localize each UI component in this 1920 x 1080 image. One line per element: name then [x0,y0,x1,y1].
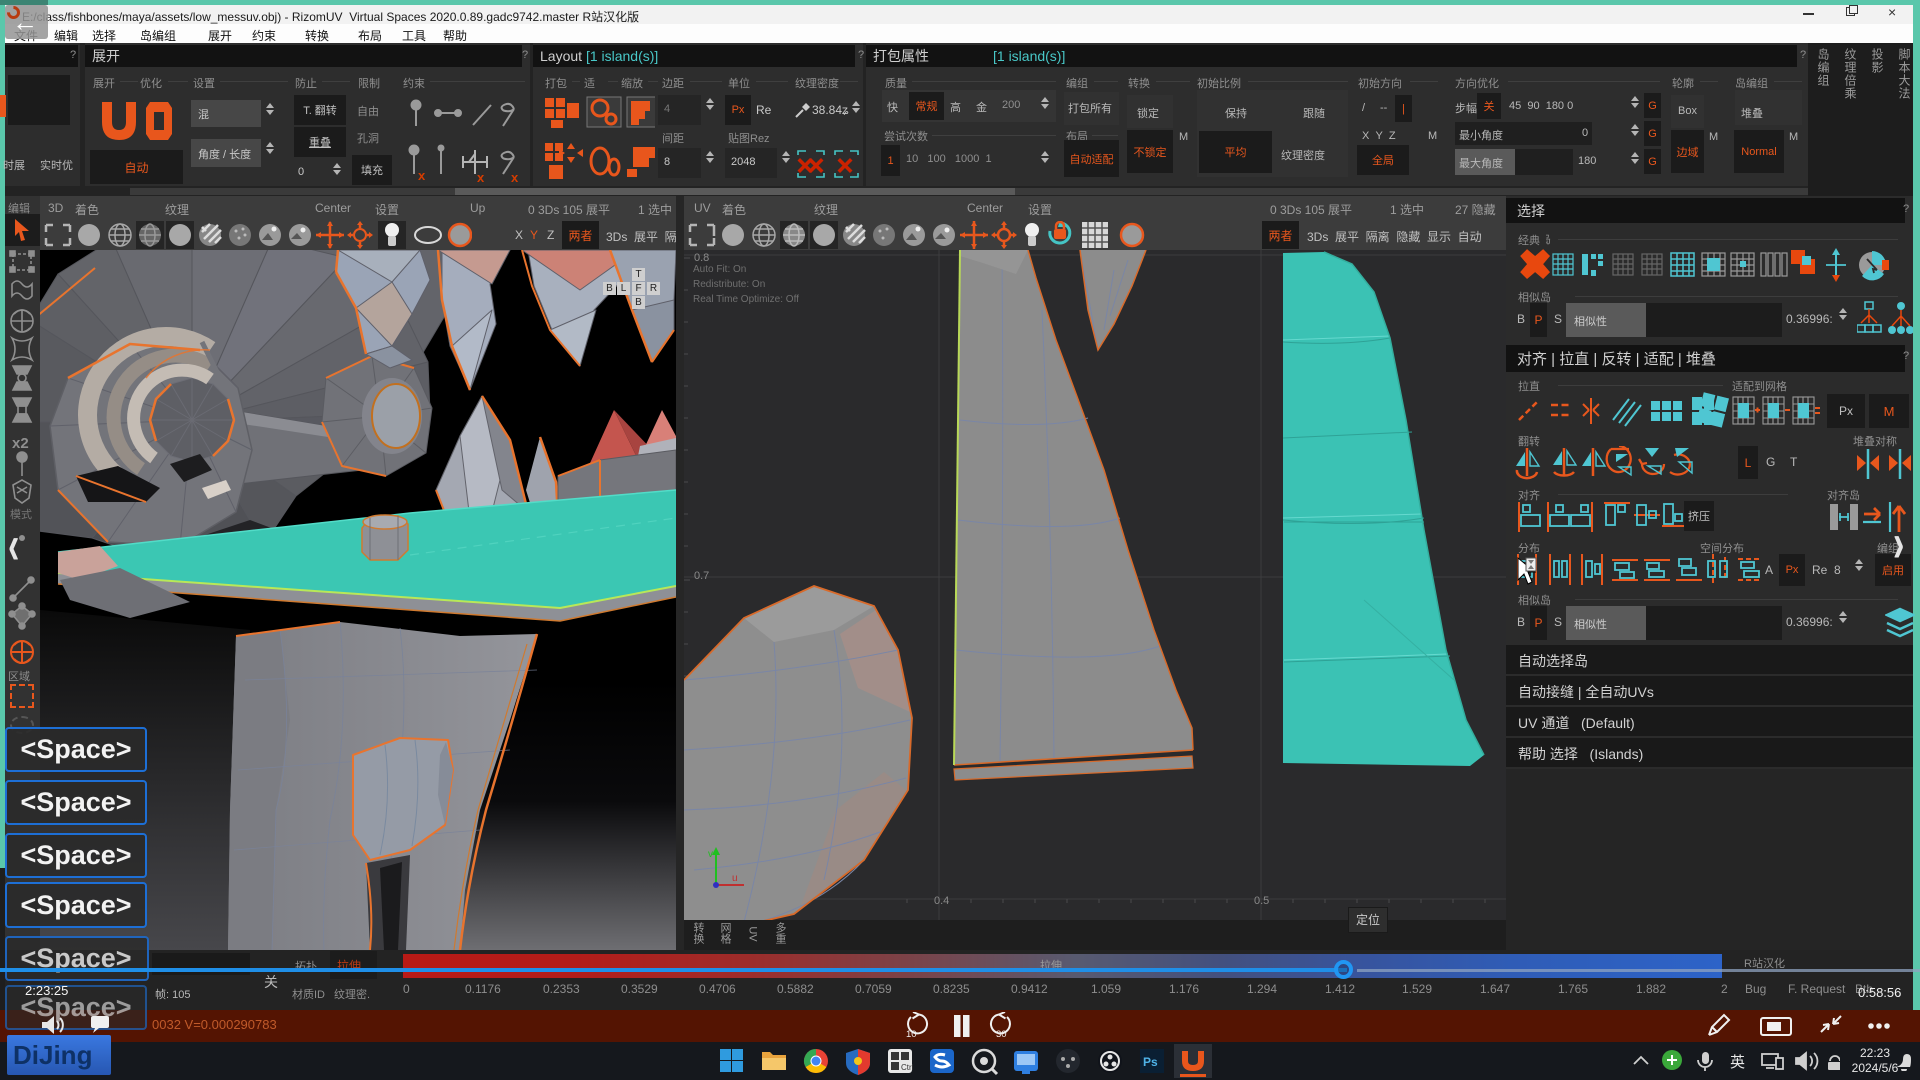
svg-text:u: u [732,873,738,884]
svg-text:10: 10 [906,1029,917,1040]
svg-text:30: 30 [996,1029,1007,1040]
svg-text:x2: x2 [12,435,29,452]
svg-text:v: v [708,849,713,860]
svg-text:x: x [477,170,485,185]
svg-text:Ps: Ps [1143,1055,1158,1069]
svg-text:英: 英 [1730,1053,1745,1071]
svg-text:x: x [511,170,519,185]
svg-text:Ctrl: Ctrl [901,1063,914,1072]
svg-text:x: x [418,168,426,183]
